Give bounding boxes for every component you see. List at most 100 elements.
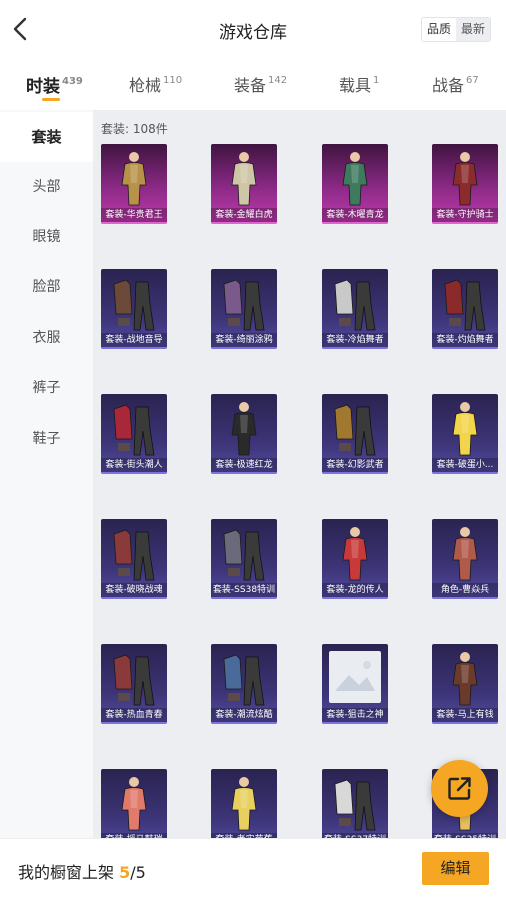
tab-active-indicator (42, 98, 60, 101)
item-name: 套装-极速红龙 (211, 458, 277, 472)
item-name: 套装-龙的传人 (322, 583, 388, 597)
showcase-label: 我的橱窗上架 5/5 (18, 859, 146, 883)
showcase-bar: 我的橱窗上架 5/5 编辑 (0, 838, 506, 897)
item-card[interactable]: 套装-幻影武者 (322, 394, 388, 474)
item-card[interactable]: 套装-破晓战魂 (101, 519, 167, 599)
outfit-figure-icon (231, 777, 257, 831)
rarity-bar (211, 222, 277, 224)
item-card[interactable]: 套装-老实芭蕉 (211, 769, 277, 849)
outfit-set-icon (334, 404, 376, 456)
outfit-figure-icon (121, 777, 147, 831)
item-card[interactable]: 套装-金耀白虎 (211, 144, 277, 224)
share-external-icon (448, 777, 471, 800)
outfit-figure-icon (452, 652, 478, 706)
sidebar-item-head[interactable]: 头部 (0, 162, 93, 212)
sort-toggle: 品质 最新 (420, 17, 491, 42)
tab-count: 1 (373, 75, 380, 86)
outfit-set-icon (113, 404, 155, 456)
item-card[interactable]: 套装-马上有钱 (432, 644, 498, 724)
tab-count: 142 (268, 75, 288, 86)
tab-equipment[interactable]: 装备 142 (234, 72, 287, 96)
item-name: 套装-华贵君王 (101, 208, 167, 222)
item-card[interactable]: 套装-战地音导 (101, 269, 167, 349)
item-name: 套装-冷焰舞者 (322, 333, 388, 347)
item-card[interactable]: 套装-破蛋小... (432, 394, 498, 474)
rarity-bar (322, 222, 388, 224)
sidebar-item-glasses[interactable]: 眼镜 (0, 212, 93, 262)
tab-vehicles[interactable]: 载具 1 (339, 72, 379, 96)
tab-firearms[interactable]: 枪械 110 (129, 72, 182, 96)
item-name: 套装-绮丽涂鸦 (211, 333, 277, 347)
edit-button[interactable]: 编辑 (422, 852, 489, 885)
outfit-figure-icon (452, 527, 478, 581)
tab-supplies[interactable]: 战备 67 (432, 72, 479, 96)
item-card[interactable]: 套装-潮流炫酷 (211, 644, 277, 724)
item-card[interactable]: 套装-极速红龙 (211, 394, 277, 474)
outfit-set-icon (113, 279, 155, 331)
item-name: 套装-战地音导 (101, 333, 167, 347)
outfit-set-icon (444, 279, 486, 331)
item-name: 套装-灼焰舞者 (432, 333, 498, 347)
item-card[interactable]: 套装-冷焰舞者 (322, 269, 388, 349)
rarity-bar (211, 347, 277, 349)
item-name: 套装-热血青春 (101, 708, 167, 722)
outfit-figure-icon (231, 152, 257, 206)
item-card[interactable]: 套装-龙的传人 (322, 519, 388, 599)
sidebar-item-clothes[interactable]: 衣服 (0, 313, 93, 363)
sidebar: 套装 头部 眼镜 脸部 衣服 裤子 鞋子 (0, 110, 93, 897)
tab-count: 110 (163, 75, 183, 86)
item-card[interactable]: 套装-木曜青龙 (322, 144, 388, 224)
item-name: 角色-曹焱兵 (432, 583, 498, 597)
outfit-figure-icon (452, 152, 478, 206)
share-button[interactable] (431, 760, 488, 817)
rarity-bar (322, 722, 388, 724)
rarity-bar (211, 722, 277, 724)
item-name: 套装-金耀白虎 (211, 208, 277, 222)
item-card[interactable]: 角色-曹焱兵 (432, 519, 498, 599)
outfit-set-icon (113, 654, 155, 706)
rarity-bar (322, 597, 388, 599)
showcase-total: 5 (135, 863, 146, 882)
rarity-bar (101, 597, 167, 599)
rarity-bar (432, 222, 498, 224)
item-card[interactable]: 套装-华贵君王 (101, 144, 167, 224)
item-card[interactable]: 套装-SS37特训 (322, 769, 388, 849)
tab-label: 装备 (234, 76, 267, 95)
rarity-bar (211, 597, 277, 599)
item-name: 套装-破晓战魂 (101, 583, 167, 597)
sort-quality-button[interactable]: 品质 (421, 18, 456, 41)
item-name: 套装-木曜青龙 (322, 208, 388, 222)
sort-newest-button[interactable]: 最新 (455, 18, 490, 41)
outfit-figure-icon (452, 402, 478, 456)
category-tabs: 时装 439 枪械 110 装备 142 载具 1 战备 67 (0, 60, 506, 110)
sidebar-item-sets[interactable]: 套装 (0, 112, 93, 162)
outfit-set-icon (113, 529, 155, 581)
item-name: 套装-潮流炫酷 (211, 708, 277, 722)
item-card[interactable]: 套装-狙击之神 (322, 644, 388, 724)
sidebar-item-shoes[interactable]: 鞋子 (0, 414, 93, 464)
item-card[interactable]: 套装-街头潮人 (101, 394, 167, 474)
item-card[interactable]: 套装-绮丽涂鸦 (211, 269, 277, 349)
rarity-bar (432, 597, 498, 599)
item-name: 套装-幻影武者 (322, 458, 388, 472)
outfit-figure-icon (342, 152, 368, 206)
outfit-set-icon (334, 779, 376, 831)
outfit-set-icon (223, 529, 265, 581)
image-placeholder-icon (329, 651, 381, 703)
sidebar-item-pants[interactable]: 裤子 (0, 363, 93, 413)
sidebar-item-face[interactable]: 脸部 (0, 262, 93, 312)
outfit-set-icon (223, 654, 265, 706)
item-card[interactable]: 套装-摇马鼓瑞 (101, 769, 167, 849)
rarity-bar (432, 472, 498, 474)
tab-fashion[interactable]: 时装 439 (26, 72, 83, 101)
item-card[interactable]: 套装-守护骑士 (432, 144, 498, 224)
item-card[interactable]: 套装-SS38特训 (211, 519, 277, 599)
item-card[interactable]: 套装-热血青春 (101, 644, 167, 724)
outfit-figure-icon (231, 402, 257, 456)
rarity-bar (432, 347, 498, 349)
outfit-set-icon (334, 279, 376, 331)
rarity-bar (101, 222, 167, 224)
item-card[interactable]: 套装-灼焰舞者 (432, 269, 498, 349)
item-name: 套装-街头潮人 (101, 458, 167, 472)
showcase-text: 我的橱窗上架 (18, 863, 115, 882)
